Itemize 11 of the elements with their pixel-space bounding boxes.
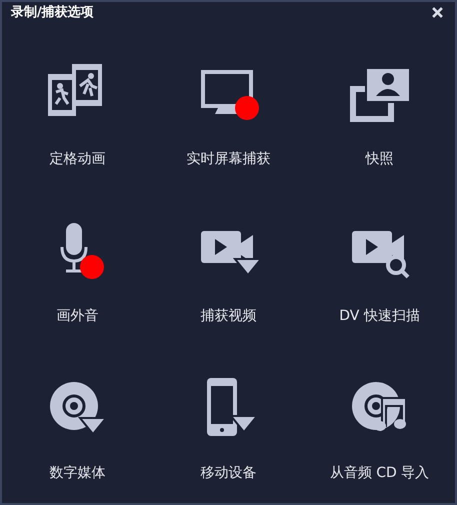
capture-option[interactable]: 快照 [304,32,455,189]
close-icon[interactable] [432,6,443,18]
capture-option[interactable]: 定格动画 [2,32,153,189]
window-title: 录制/捕获选项 [11,4,94,21]
capture-option[interactable]: 画外音 [2,189,153,346]
capture-option[interactable]: 移动设备 [153,346,304,503]
capture-option[interactable]: DV 快速扫描 [304,189,455,346]
capture-option[interactable]: 捕获视频 [153,189,304,346]
capture-option[interactable]: 从音频 CD 导入 [304,346,455,503]
capture-option[interactable]: 数字媒体 [2,346,153,503]
capture-option[interactable]: 实时屏幕捕获 [153,32,304,189]
